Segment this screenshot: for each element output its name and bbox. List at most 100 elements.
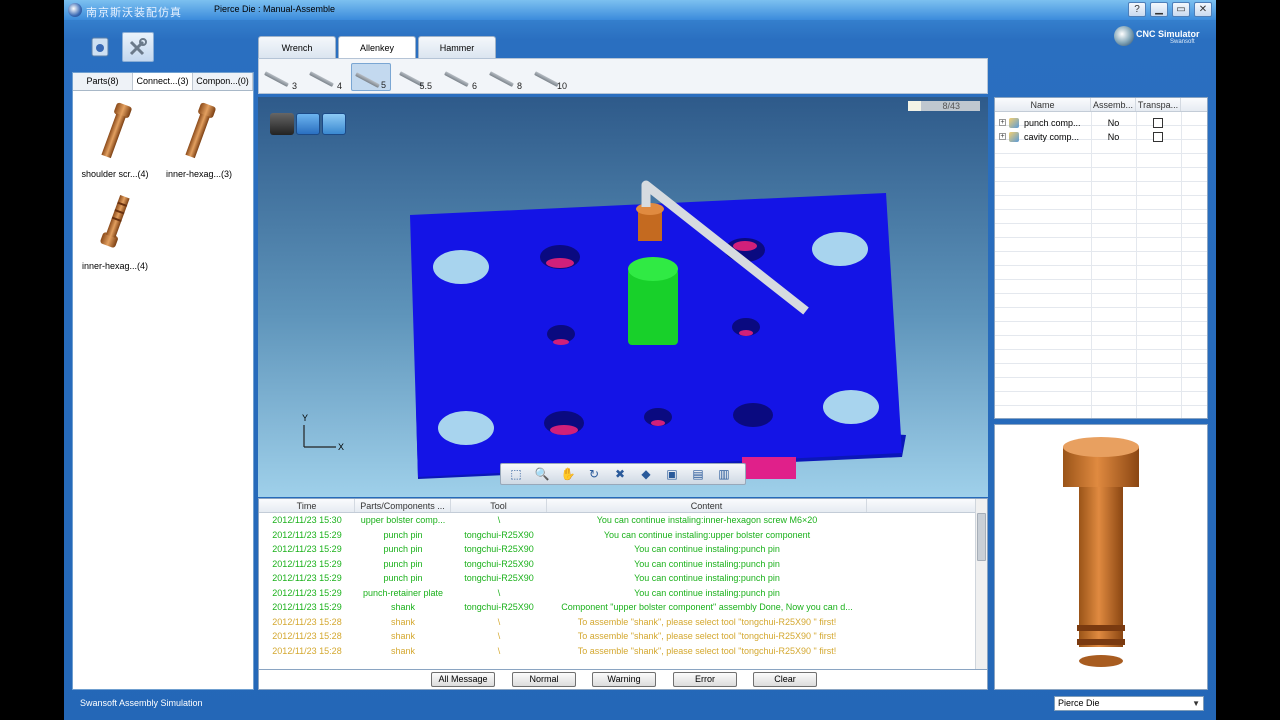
app-name: 南京斯沃装配仿真 (86, 7, 182, 19)
tree-row[interactable]: + punch comp... No (995, 116, 1207, 130)
log-row[interactable]: 2012/11/23 15:29 punch-retainer plate \ You… (259, 586, 987, 601)
log-row[interactable]: 2012/11/23 15:28 shank \ To assemble "shank… (259, 629, 987, 644)
log-cell-tool: tongchui-R25X90 (464, 558, 534, 569)
clear-button[interactable]: Clear (753, 672, 817, 687)
tab-hammer[interactable]: Hammer (418, 36, 496, 58)
log-cell-part: shank (390, 645, 416, 656)
log-row[interactable]: 2012/11/23 15:29 punch pin tongchui-R25X90… (259, 528, 987, 543)
view-front-icon[interactable]: ▣ (661, 465, 683, 483)
log-cell-tool: tongchui-R25X90 (464, 529, 534, 540)
rotate-icon[interactable]: ↻ (583, 465, 605, 483)
column-tool[interactable]: Tool (451, 499, 547, 512)
log-scrollbar[interactable] (975, 499, 987, 669)
view-side-icon[interactable]: ▥ (713, 465, 735, 483)
fit-view-icon[interactable]: ✖ (609, 465, 631, 483)
allenkey-size-button[interactable]: 10 (531, 63, 571, 91)
log-row[interactable]: 2012/11/23 15:29 shank tongchui-R25X90 Comp… (259, 600, 987, 615)
tree-row[interactable]: + cavity comp... No (995, 130, 1207, 144)
column-transparent[interactable]: Transpa... (1136, 98, 1181, 111)
assemble-mode-button[interactable] (122, 32, 154, 62)
allenkey-size-button[interactable]: 3 (261, 63, 301, 91)
log-row[interactable]: 2012/11/23 15:28 shank \ To assemble "shank… (259, 644, 987, 659)
log-cell-time: 2012/11/23 15:29 (272, 529, 342, 540)
tab-allenkey[interactable]: Allenkey (338, 36, 416, 58)
log-cell-time: 2012/11/23 15:29 (272, 558, 342, 569)
column-name[interactable]: Name (995, 98, 1091, 111)
log-row[interactable]: 2012/11/23 15:30 upper bolster comp... \ Yo… (259, 513, 987, 528)
tab-parts[interactable]: Parts(8) (73, 73, 133, 90)
3d-viewport[interactable]: 8/43 Y X ⬚ 🔍 ✋ ↻ ✖ ◆ ▣ ▤ ▥ (258, 97, 988, 497)
log-cell-content: You can continue instaling:punch pin (634, 587, 780, 598)
message-log: Time Parts/Components ... Tool Content 2… (258, 498, 988, 670)
view-top-icon[interactable]: ▤ (687, 465, 709, 483)
allenkey-size-button[interactable]: 8 (486, 63, 526, 91)
part-item[interactable]: shoulder scr...(4) (77, 97, 153, 179)
log-cell-tool: \ (497, 587, 501, 598)
part-label: inner-hexag...(3) (165, 169, 233, 179)
close-icon[interactable]: ✕ (1194, 2, 1212, 17)
swansoft-logo-icon (1114, 26, 1134, 46)
log-cell-content: You can continue instaling:punch pin (634, 558, 780, 569)
all-message-button[interactable]: All Message (431, 672, 495, 687)
log-cell-part: punch-retainer plate (362, 587, 444, 598)
log-cell-part: punch pin (383, 544, 423, 554)
svg-text:Y: Y (302, 413, 308, 423)
allenkey-size-button[interactable]: 5.5 (396, 63, 436, 91)
log-cell-tool: \ (497, 631, 501, 641)
log-cell-part: shank (390, 602, 416, 612)
log-cell-part: shank (390, 616, 416, 627)
part-item[interactable]: inner-hexag...(3) (161, 97, 237, 179)
chevron-down-icon[interactable]: ▼ (1192, 697, 1200, 710)
log-cell-time: 2012/11/23 15:28 (272, 631, 342, 641)
log-cell-content: You can continue instaling:punch pin (634, 573, 780, 583)
part-label: inner-hexag...(4) (81, 261, 149, 271)
inner-hexagon-screw-thumbnail (185, 102, 216, 159)
column-content[interactable]: Content (547, 499, 867, 512)
shoulder-screw-preview (1063, 437, 1139, 667)
transparent-checkbox[interactable] (1153, 118, 1163, 128)
tab-wrench[interactable]: Wrench (258, 36, 336, 58)
allenkey-size-button[interactable]: 4 (306, 63, 346, 91)
inner-hexagon-screw-thumbnail (100, 195, 130, 248)
error-button[interactable]: Error (673, 672, 737, 687)
expand-icon[interactable]: + (999, 133, 1006, 140)
log-row[interactable]: 2012/11/23 15:29 punch pin tongchui-R25X90… (259, 571, 987, 586)
pan-hand-icon[interactable]: ✋ (557, 465, 579, 483)
log-cell-content: To assemble "shank", please select tool … (577, 645, 837, 656)
component-tree: Name Assemb... Transpa... + punch comp..… (994, 97, 1208, 419)
maximize-icon[interactable]: ▭ (1172, 2, 1190, 17)
scroll-thumb[interactable] (977, 513, 986, 561)
normal-button[interactable]: Normal (512, 672, 576, 687)
column-assembled[interactable]: Assemb... (1091, 98, 1136, 111)
model-library-button[interactable] (84, 32, 116, 62)
tab-connectors[interactable]: Connect...(3) (133, 73, 193, 90)
log-cell-part: punch pin (383, 573, 423, 583)
part-preview (994, 424, 1208, 690)
log-cell-tool: \ (497, 645, 501, 656)
zoom-icon[interactable]: 🔍 (531, 465, 553, 483)
part-item[interactable]: inner-hexag...(4) (77, 189, 153, 271)
log-cell-content: You can continue instaling:inner-hexagon… (596, 515, 818, 525)
allenkey-size-button[interactable]: 6 (441, 63, 481, 91)
column-time[interactable]: Time (259, 499, 355, 512)
log-row[interactable]: 2012/11/23 15:29 punch pin tongchui-R25X90… (259, 542, 987, 557)
help-icon[interactable]: ? (1128, 2, 1146, 17)
log-cell-part: punch pin (383, 529, 423, 540)
log-row[interactable]: 2012/11/23 15:29 punch pin tongchui-R25X90… (259, 557, 987, 572)
view-iso-icon[interactable]: ◆ (635, 465, 657, 483)
log-cell-tool: tongchui-R25X90 (464, 602, 534, 612)
message-filter-bar: All Message Normal Warning Error Clear (258, 670, 988, 690)
select-box-icon[interactable]: ⬚ (505, 465, 527, 483)
tab-components[interactable]: Compon...(0) (193, 73, 253, 90)
allenkey-size-button[interactable]: 5 (351, 63, 391, 91)
warning-button[interactable]: Warning (592, 672, 656, 687)
project-select[interactable]: Pierce Die ▼ (1054, 696, 1204, 711)
minimize-icon[interactable]: ▁ (1150, 2, 1168, 17)
expand-icon[interactable]: + (999, 119, 1006, 126)
column-parts[interactable]: Parts/Components ... (355, 499, 451, 512)
status-bar: Swansoft Assembly Simulation Pierce Die … (64, 694, 1216, 712)
log-cell-content: You can continue instaling:upper bolster… (603, 529, 811, 540)
transparent-checkbox[interactable] (1153, 132, 1163, 142)
log-row[interactable]: 2012/11/23 15:28 shank \ To assemble "shank… (259, 615, 987, 630)
parts-panel: Parts(8) Connect...(3) Compon...(0) shou… (72, 72, 254, 690)
